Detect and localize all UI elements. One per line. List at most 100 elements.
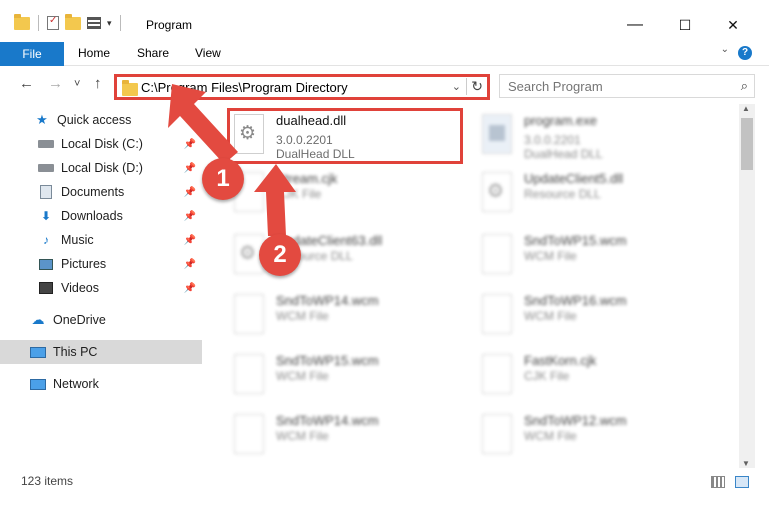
file-type: CJK File bbox=[276, 187, 322, 201]
step-badge-2: 2 bbox=[259, 234, 301, 276]
file-type: WCM File bbox=[524, 249, 577, 263]
sidebar-item-label: This PC bbox=[53, 345, 98, 359]
tab-file[interactable]: File bbox=[0, 42, 64, 66]
file-icon bbox=[482, 414, 512, 454]
file-item[interactable]: SndToWP15.wcm WCM File bbox=[230, 348, 470, 404]
maximize-button[interactable]: ☐ bbox=[662, 11, 708, 39]
address-path[interactable]: C:\Program Files\Program Directory bbox=[141, 80, 348, 95]
file-name: SndToWP16.wcm bbox=[524, 293, 627, 308]
scroll-up-icon[interactable]: ▲ bbox=[742, 104, 750, 113]
file-item[interactable]: SndToWP14.wcm WCM File bbox=[230, 288, 470, 344]
file-type: CJK File bbox=[524, 369, 570, 383]
chevron-down-icon[interactable]: ⌄ bbox=[452, 80, 461, 93]
recent-locations-button[interactable]: ˅ bbox=[74, 78, 80, 90]
sidebar-item-onedrive[interactable]: ☁ OneDrive bbox=[0, 308, 202, 332]
exe-file-icon bbox=[482, 114, 512, 154]
file-type: WCM File bbox=[524, 429, 577, 443]
file-name: SndToWP14.wcm bbox=[276, 293, 379, 308]
sidebar-item-local-disk-d[interactable]: Local Disk (D:) 📌 bbox=[0, 156, 202, 180]
disk-icon bbox=[38, 137, 54, 151]
window-title: Program bbox=[146, 18, 193, 32]
sidebar-item-label: OneDrive bbox=[53, 313, 106, 327]
tab-view[interactable]: View bbox=[195, 40, 221, 66]
sidebar-item-network[interactable]: Network bbox=[0, 372, 202, 396]
pin-icon[interactable]: 📌 bbox=[184, 259, 196, 270]
close-button[interactable]: ✕ bbox=[710, 11, 756, 39]
tab-share[interactable]: Share bbox=[137, 40, 169, 66]
sidebar-item-label: Videos bbox=[61, 281, 99, 295]
sidebar-item-label: Documents bbox=[61, 185, 125, 199]
file-item[interactable]: SndToWP14.wcm WCM File bbox=[230, 408, 470, 464]
file-item[interactable]: FastKorn.cjk CJK File bbox=[478, 348, 718, 404]
download-icon: ⬇ bbox=[40, 209, 52, 223]
sidebar-item-documents[interactable]: Documents 📌 bbox=[0, 180, 202, 204]
file-icon bbox=[234, 294, 264, 334]
new-folder-icon[interactable] bbox=[65, 13, 81, 30]
file-item[interactable]: program.exe 3.0.0.2201 DualHead DLL bbox=[478, 108, 718, 164]
pin-icon[interactable]: 📌 bbox=[184, 211, 196, 222]
file-highlight-box bbox=[227, 108, 463, 164]
toolbar-separator bbox=[119, 15, 121, 31]
sidebar-item-label: Music bbox=[61, 233, 94, 247]
sidebar-item-label: Network bbox=[53, 377, 99, 391]
sidebar-item-music[interactable]: ♪ Music 📌 bbox=[0, 228, 202, 252]
sidebar-item-local-disk-c[interactable]: Local Disk (C:) 📌 bbox=[0, 132, 202, 156]
file-item[interactable]: Stream.cjk CJK File bbox=[230, 166, 470, 222]
disk-icon bbox=[38, 161, 54, 175]
computer-icon bbox=[30, 345, 46, 359]
file-name: program.exe bbox=[524, 113, 597, 128]
sidebar-item-videos[interactable]: Videos 📌 bbox=[0, 276, 202, 300]
videos-icon bbox=[38, 281, 54, 295]
scrollbar-thumb[interactable] bbox=[741, 118, 753, 170]
properties-icon[interactable] bbox=[47, 15, 59, 30]
address-bar[interactable]: C:\Program Files\Program Directory ⌄ ↻ bbox=[114, 74, 490, 100]
vertical-scrollbar[interactable]: ▲ ▼ bbox=[739, 104, 755, 468]
title-bar: ▾ Program — ☐ ✕ bbox=[0, 0, 769, 40]
expand-ribbon-icon[interactable]: ⌄ bbox=[721, 44, 729, 55]
item-count: 123 items bbox=[21, 474, 74, 488]
status-bar: 123 items bbox=[0, 470, 769, 492]
file-icon bbox=[482, 294, 512, 334]
search-input[interactable] bbox=[500, 75, 720, 97]
search-icon[interactable]: ⌕ bbox=[741, 78, 748, 94]
view-icon[interactable] bbox=[87, 17, 101, 29]
file-name: Stream.cjk bbox=[276, 171, 338, 186]
help-button[interactable]: ? bbox=[738, 46, 752, 60]
search-box[interactable]: ⌕ bbox=[499, 74, 755, 98]
file-item[interactable]: SndToWP16.wcm WCM File bbox=[478, 288, 718, 344]
file-icon bbox=[234, 354, 264, 394]
forward-button[interactable]: → bbox=[48, 75, 63, 92]
sidebar-item-quick-access[interactable]: ★ Quick access bbox=[0, 108, 202, 132]
pin-icon[interactable]: 📌 bbox=[184, 139, 196, 150]
minimize-button[interactable]: — bbox=[612, 11, 658, 39]
file-type: WCM File bbox=[276, 369, 329, 383]
file-icon bbox=[482, 354, 512, 394]
music-icon: ♪ bbox=[43, 233, 49, 247]
pin-icon[interactable]: 📌 bbox=[184, 235, 196, 246]
pin-icon[interactable]: 📌 bbox=[184, 187, 196, 198]
tiles-view-icon[interactable] bbox=[735, 476, 749, 488]
sidebar-item-this-pc[interactable]: This PC bbox=[0, 340, 202, 364]
customize-toolbar-icon[interactable]: ▾ bbox=[107, 18, 112, 29]
sidebar-item-downloads[interactable]: ⬇ Downloads 📌 bbox=[0, 204, 202, 228]
back-button[interactable]: ← bbox=[19, 75, 34, 92]
file-type: WCM File bbox=[524, 309, 577, 323]
file-item[interactable]: UpdateClient5.dll Resource DLL bbox=[478, 166, 718, 222]
file-name: SndToWP15.wcm bbox=[524, 233, 627, 248]
sidebar-item-label: Pictures bbox=[61, 257, 107, 271]
folder-icon[interactable] bbox=[14, 13, 30, 30]
folder-icon bbox=[122, 80, 138, 96]
up-button[interactable]: ↑ bbox=[94, 75, 102, 92]
file-item[interactable]: SndToWP12.wcm WCM File bbox=[478, 408, 718, 464]
refresh-icon[interactable]: ↻ bbox=[466, 78, 483, 95]
details-view-icon[interactable] bbox=[711, 476, 725, 488]
navigation-pane: ★ Quick access Local Disk (C:) 📌 Local D… bbox=[0, 104, 202, 464]
file-item[interactable]: SndToWP15.wcm WCM File bbox=[478, 228, 718, 284]
pin-icon[interactable]: 📌 bbox=[184, 163, 196, 174]
file-icon bbox=[234, 414, 264, 454]
scroll-down-icon[interactable]: ▼ bbox=[742, 459, 750, 468]
pin-icon[interactable]: 📌 bbox=[184, 283, 196, 294]
tab-home[interactable]: Home bbox=[78, 40, 110, 66]
navigation-bar: ← → ˅ ↑ C:\Program Files\Program Directo… bbox=[0, 66, 769, 102]
sidebar-item-pictures[interactable]: Pictures 📌 bbox=[0, 252, 202, 276]
